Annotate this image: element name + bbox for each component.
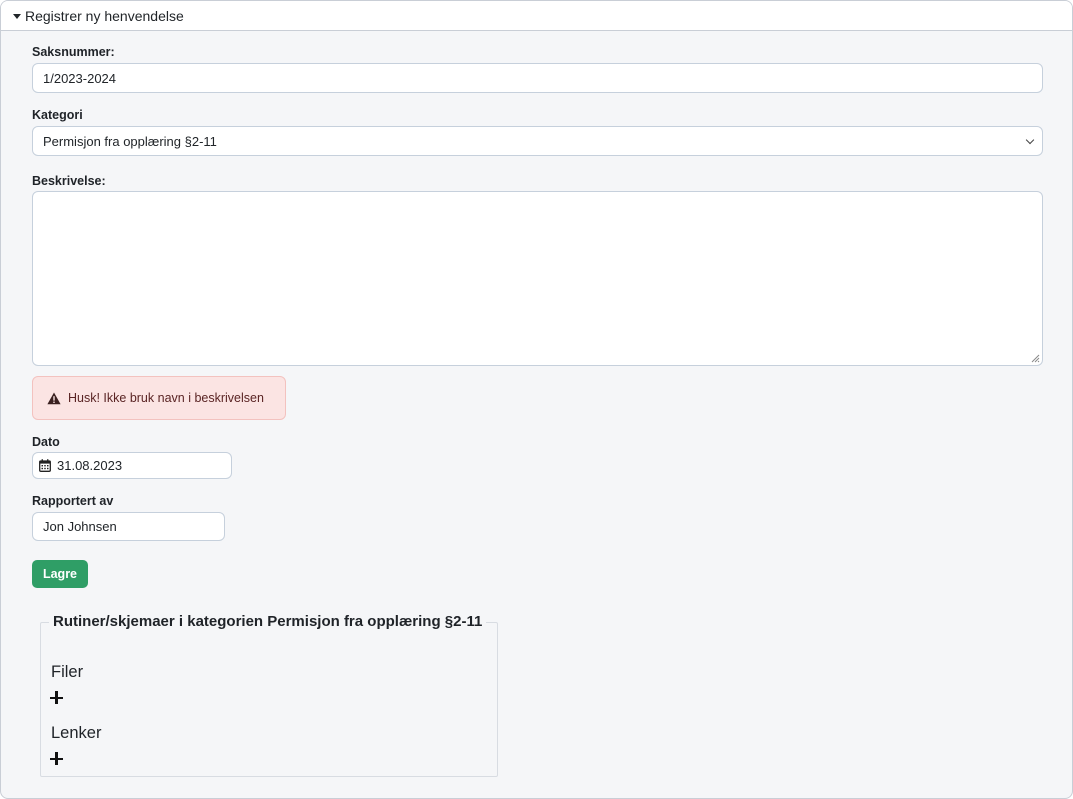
add-file-plus-icon[interactable] — [50, 691, 63, 704]
calendar-icon — [39, 459, 51, 472]
panel-header-toggle[interactable]: Registrer ny henvendelse — [1, 1, 1072, 31]
description-textarea[interactable] — [32, 191, 1043, 366]
chevron-down-icon — [1025, 135, 1035, 145]
panel-title: Registrer ny henvendelse — [25, 7, 184, 24]
register-inquiry-panel: Registrer ny henvendelse Saksnummer: 1/2… — [0, 0, 1073, 799]
resize-handle-icon[interactable] — [1030, 353, 1040, 363]
reported-by-label: Rapportert av — [32, 494, 114, 508]
reported-by-value: Jon Johnsen — [43, 519, 117, 534]
routines-fieldset: Rutiner/skjemaer i kategorien Permisjon … — [40, 613, 498, 777]
reported-by-input[interactable]: Jon Johnsen — [32, 512, 225, 541]
warning-text: Husk! Ikke bruk navn i beskrivelsen — [68, 391, 264, 405]
date-label: Dato — [32, 435, 60, 449]
case-number-label: Saksnummer: — [32, 45, 115, 59]
description-label: Beskrivelse: — [32, 174, 106, 188]
category-select[interactable]: Permisjon fra opplæring §2-11 — [32, 126, 1043, 156]
files-heading: Filer — [51, 663, 84, 681]
date-value: 31.08.2023 — [57, 458, 123, 473]
add-link-plus-icon[interactable] — [50, 752, 63, 765]
case-number-value: 1/2023-2024 — [43, 70, 117, 86]
date-picker-input[interactable]: 31.08.2023 — [32, 452, 232, 479]
save-button[interactable]: Lagre — [32, 560, 88, 588]
category-selected-value: Permisjon fra opplæring §2-11 — [43, 133, 217, 149]
name-warning-alert: Husk! Ikke bruk navn i beskrivelsen — [32, 376, 286, 420]
case-number-input[interactable]: 1/2023-2024 — [32, 63, 1043, 93]
routines-legend: Rutiner/skjemaer i kategorien Permisjon … — [49, 613, 487, 630]
caret-down-icon — [13, 13, 21, 19]
warning-triangle-icon — [47, 392, 61, 404]
links-heading: Lenker — [51, 724, 102, 742]
category-label: Kategori — [32, 108, 83, 122]
